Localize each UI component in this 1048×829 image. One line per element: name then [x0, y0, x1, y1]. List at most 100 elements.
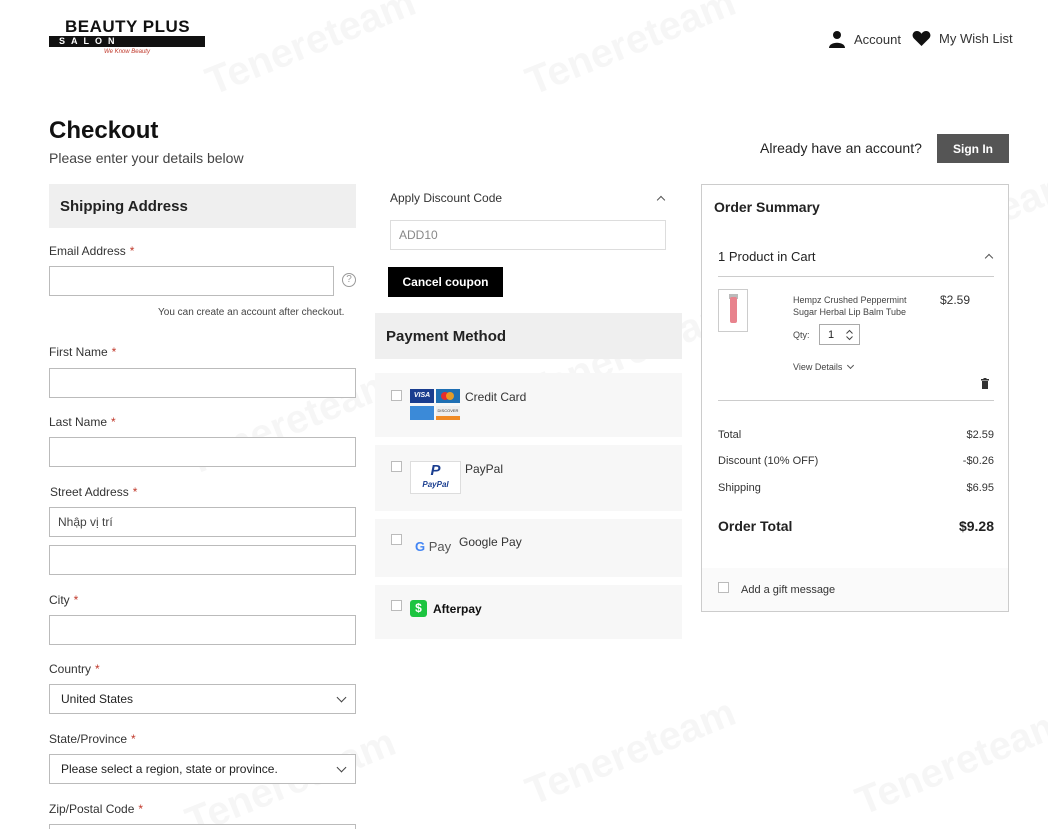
- quantity-stepper[interactable]: 1: [819, 324, 860, 345]
- watermark: Tenereteam: [850, 700, 1048, 825]
- watermark: Tenereteam: [200, 0, 422, 105]
- wishlist-link[interactable]: My Wish List: [912, 30, 1013, 47]
- wishlist-label: My Wish List: [939, 31, 1013, 46]
- state-select[interactable]: Please select a region, state or provinc…: [49, 754, 356, 784]
- shipping-label: Shipping: [718, 482, 761, 494]
- paypal-label: PayPal: [465, 462, 504, 476]
- discover-icon: DISCOVER: [436, 406, 460, 420]
- order-total-label: Order Total: [718, 518, 793, 534]
- sign-in-button[interactable]: Sign In: [937, 134, 1009, 163]
- chevron-down-icon: [336, 762, 347, 772]
- email-hint: You can create an account after checkout…: [158, 307, 345, 318]
- state-label-text: State/Province: [49, 732, 128, 746]
- view-details-toggle[interactable]: View Details: [793, 361, 855, 372]
- visa-icon: VISA: [410, 389, 434, 403]
- gpay-logo-text: Pay: [428, 539, 452, 554]
- logo-tagline: We Know Beauty: [104, 49, 150, 55]
- paypal-radio[interactable]: [391, 461, 402, 472]
- product-thumbnail[interactable]: [718, 289, 748, 332]
- qty-value: 1: [828, 328, 835, 341]
- logo-brand-name: BEAUTY PLUS: [65, 17, 191, 36]
- shipping-value: $6.95: [966, 482, 994, 494]
- google-pay-label: Google Pay: [459, 535, 522, 549]
- zip-label-text: Zip/Postal Code: [49, 802, 135, 816]
- divider: [718, 276, 994, 277]
- apply-discount-toggle[interactable]: Apply Discount Code: [390, 191, 666, 205]
- order-total-row: Order Total $9.28: [718, 518, 994, 534]
- product-price: $2.59: [940, 293, 971, 307]
- account-link[interactable]: Account: [828, 30, 901, 48]
- city-label: City *: [49, 593, 78, 607]
- order-summary-panel: Order Summary 1 Product in Cart Hempz Cr…: [701, 184, 1009, 612]
- gift-message-checkbox[interactable]: [718, 582, 729, 593]
- required-mark: *: [138, 802, 144, 816]
- required-mark: *: [132, 485, 138, 499]
- gift-message-label: Add a gift message: [741, 584, 836, 596]
- logo-brand-subname: SALON: [49, 36, 205, 47]
- zip-field[interactable]: [49, 824, 356, 829]
- page-subtitle: Please enter your details below: [49, 150, 244, 166]
- last-name-field[interactable]: [49, 437, 356, 467]
- country-label: Country *: [49, 662, 100, 676]
- email-field[interactable]: [49, 266, 334, 296]
- divider: [718, 400, 994, 401]
- credit-card-radio[interactable]: [391, 390, 402, 401]
- first-name-field[interactable]: [49, 368, 356, 398]
- city-label-text: City: [49, 593, 70, 607]
- city-field[interactable]: [49, 615, 356, 645]
- cart-items-toggle[interactable]: 1 Product in Cart: [718, 249, 994, 264]
- cancel-coupon-button[interactable]: Cancel coupon: [388, 267, 503, 297]
- heart-icon: [912, 30, 931, 47]
- help-icon[interactable]: ?: [342, 273, 356, 287]
- discount-value: -$0.26: [962, 455, 994, 467]
- chevron-up-icon: [984, 253, 994, 263]
- country-value: United States: [61, 692, 134, 706]
- watermark: Tenereteam: [520, 690, 742, 815]
- required-mark: *: [73, 593, 79, 607]
- site-logo[interactable]: BEAUTY PLUS SALON We Know Beauty: [49, 18, 205, 60]
- chevron-up-icon: [656, 195, 666, 204]
- trash-icon[interactable]: [981, 378, 989, 389]
- payment-option-credit-card[interactable]: VISA DISCOVER Credit Card: [375, 373, 682, 437]
- google-pay-radio[interactable]: [391, 534, 402, 545]
- last-name-label-text: Last Name: [49, 415, 108, 429]
- mastercard-icon: [436, 389, 460, 403]
- shipping-address-heading: Shipping Address: [49, 184, 356, 228]
- street-address-line2-field[interactable]: [49, 545, 356, 575]
- stepper-arrows-icon[interactable]: [846, 329, 853, 341]
- required-mark: *: [111, 345, 117, 359]
- watermark: Tenereteam: [520, 0, 742, 105]
- payment-option-google-pay[interactable]: G Pay Google Pay: [375, 519, 682, 577]
- required-mark: *: [95, 662, 100, 676]
- afterpay-radio[interactable]: [391, 600, 402, 611]
- payment-option-paypal[interactable]: P PayPal PayPal: [375, 445, 682, 511]
- discount-code-field[interactable]: ADD10: [390, 220, 666, 250]
- country-select[interactable]: United States: [49, 684, 356, 714]
- paypal-logo-text: PayPal: [422, 480, 449, 489]
- street-address-field[interactable]: Nhập vị trí: [49, 507, 356, 537]
- street-label-text: Street Address: [50, 485, 129, 499]
- qty-label: Qty:: [793, 330, 810, 340]
- google-pay-logo-icon: G Pay: [415, 539, 452, 554]
- last-name-label: Last Name *: [49, 415, 116, 429]
- user-icon: [829, 31, 845, 48]
- cart-count: 1 Product in Cart: [718, 249, 816, 264]
- gift-message-option[interactable]: Add a gift message: [702, 568, 1008, 611]
- first-name-label: First Name *: [49, 345, 116, 359]
- payment-method-heading: Payment Method: [375, 313, 682, 359]
- discount-label: Discount (10% OFF): [718, 455, 819, 467]
- payment-option-afterpay[interactable]: $ Afterpay: [375, 585, 682, 639]
- discount-row: Discount (10% OFF) -$0.26: [718, 455, 994, 467]
- email-label-text: Email Address: [49, 244, 126, 258]
- product-name: Hempz Crushed Peppermint Sugar Herbal Li…: [793, 295, 907, 317]
- email-label: Email Address *: [49, 244, 134, 258]
- required-mark: *: [129, 244, 135, 258]
- zip-label: Zip/Postal Code *: [49, 802, 143, 816]
- total-label: Total: [718, 429, 742, 441]
- first-name-label-text: First Name: [49, 345, 108, 359]
- discount-heading: Apply Discount Code: [390, 191, 503, 205]
- shipping-row: Shipping $6.95: [718, 482, 994, 494]
- page-title: Checkout: [49, 117, 159, 144]
- dollar-icon: $: [410, 600, 427, 617]
- state-value: Please select a region, state or provinc…: [61, 762, 278, 776]
